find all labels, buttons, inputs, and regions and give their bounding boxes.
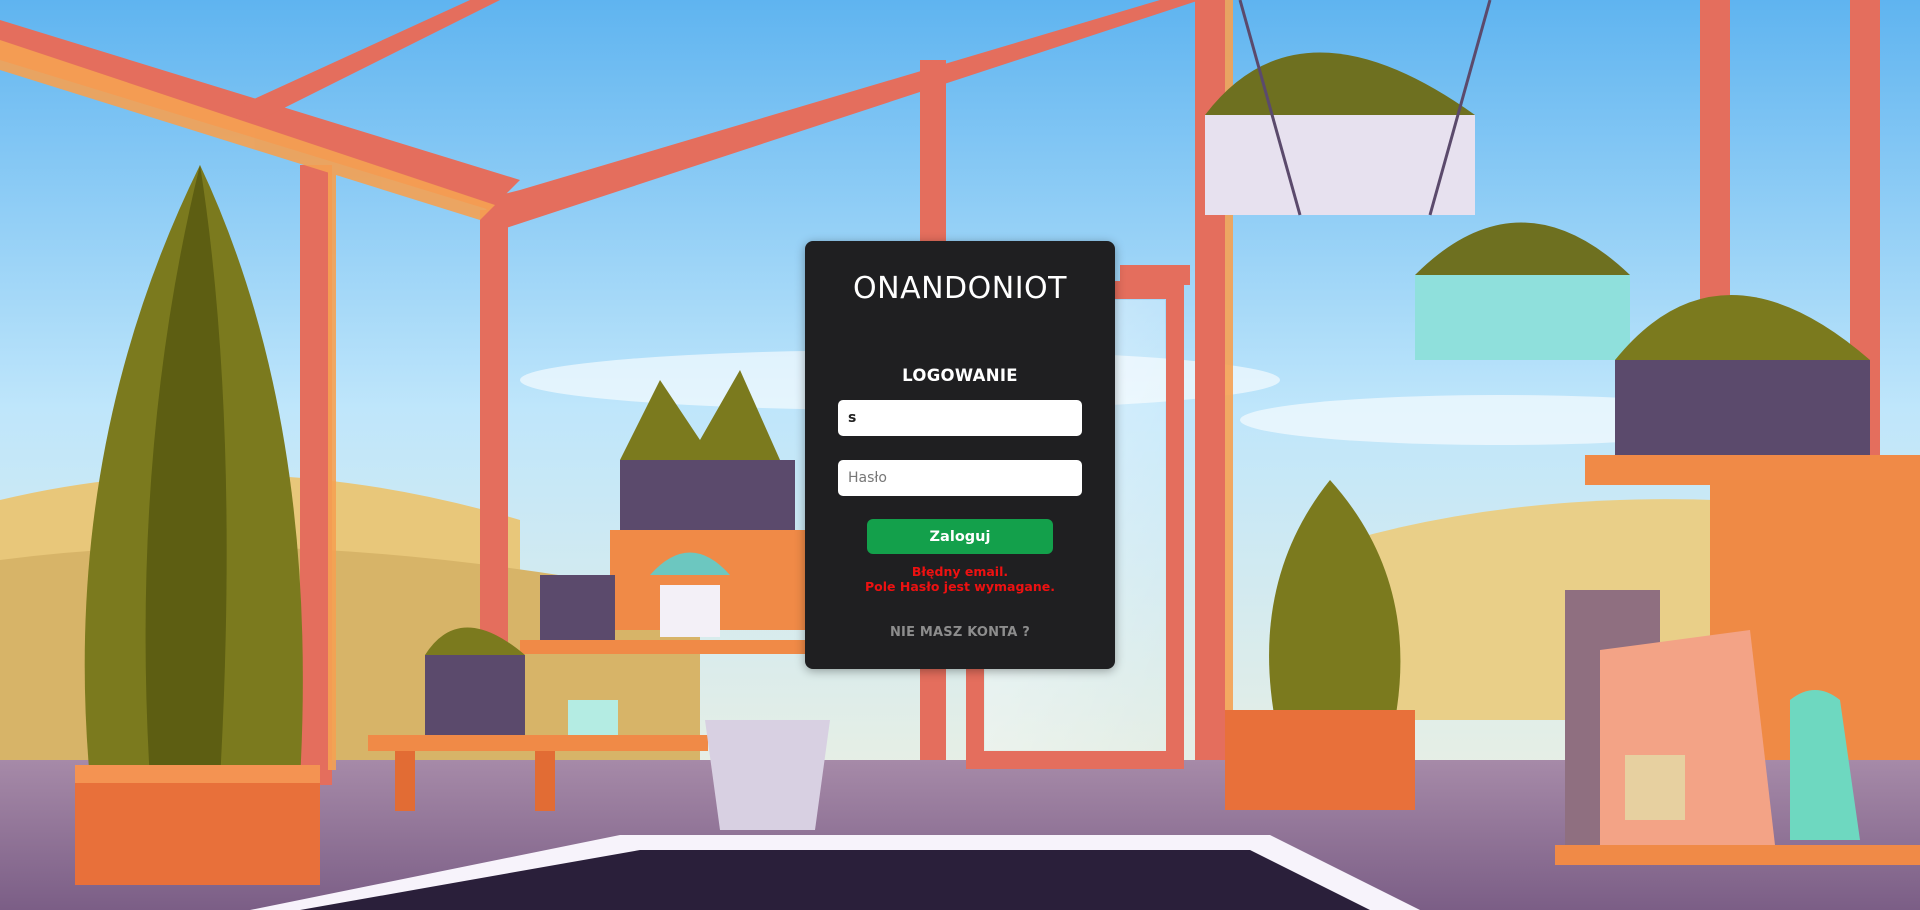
email-field[interactable] bbox=[838, 400, 1082, 436]
brand-title: ONANDONIOT bbox=[853, 271, 1067, 306]
error-password-required: Pole Hasło jest wymagane. bbox=[865, 579, 1055, 594]
register-link[interactable]: NIE MASZ KONTA ? bbox=[805, 625, 1115, 640]
login-card: ONANDONIOT LOGOWANIE Zaloguj Błędny emai… bbox=[805, 241, 1115, 669]
login-heading: LOGOWANIE bbox=[902, 366, 1018, 385]
validation-errors: Błędny email. Pole Hasło jest wymagane. bbox=[805, 564, 1115, 594]
error-email: Błędny email. bbox=[911, 564, 1009, 579]
login-button[interactable]: Zaloguj bbox=[867, 519, 1053, 554]
password-field[interactable] bbox=[838, 460, 1082, 496]
